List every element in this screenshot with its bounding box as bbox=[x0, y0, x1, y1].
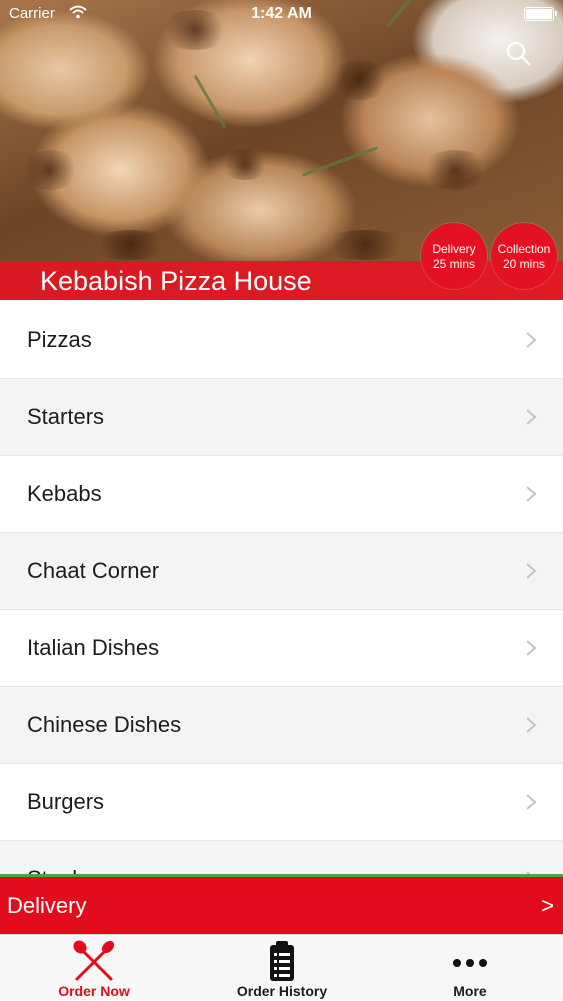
tab-label: Order Now bbox=[58, 983, 130, 999]
category-row-chaat-corner[interactable]: Chaat Corner bbox=[0, 533, 563, 610]
category-row-burgers[interactable]: Burgers bbox=[0, 764, 563, 841]
search-icon[interactable] bbox=[505, 40, 533, 68]
tab-more[interactable]: More bbox=[376, 935, 563, 1001]
category-label: Pizzas bbox=[27, 327, 92, 352]
category-label: Starters bbox=[27, 404, 105, 429]
chevron-right-icon bbox=[526, 640, 537, 656]
chevron-right-icon bbox=[526, 563, 537, 579]
delivery-badge-time: 25 mins bbox=[432, 257, 476, 271]
category-label: Burgers bbox=[27, 789, 105, 814]
category-label: Chaat Corner bbox=[27, 558, 160, 583]
collection-badge-time: 20 mins bbox=[502, 257, 546, 271]
category-label: Kebabs bbox=[27, 481, 102, 506]
clipboard-icon bbox=[270, 941, 294, 981]
chevron-right-icon bbox=[526, 717, 537, 733]
order-type-arrow: > bbox=[541, 893, 554, 918]
tab-bar: Order Now Order History More bbox=[0, 934, 563, 1000]
category-row-chinese-dishes[interactable]: Chinese Dishes bbox=[0, 687, 563, 764]
category-row-starters[interactable]: Starters bbox=[0, 379, 563, 456]
category-label: Italian Dishes bbox=[27, 635, 160, 660]
category-row-italian-dishes[interactable]: Italian Dishes bbox=[0, 610, 563, 687]
tab-label: Order History bbox=[236, 983, 328, 999]
category-row-steaks[interactable]: Steaks bbox=[0, 841, 563, 874]
delivery-time-badge: Delivery 25 mins bbox=[421, 223, 487, 289]
collection-time-badge: Collection 20 mins bbox=[491, 223, 557, 289]
more-dots-icon bbox=[453, 959, 487, 967]
order-type-label: Delivery bbox=[7, 893, 87, 918]
chevron-right-icon bbox=[526, 409, 537, 425]
category-label: Chinese Dishes bbox=[27, 712, 182, 737]
category-list[interactable]: Pizzas Starters Kebabs Chaat Corner Ital… bbox=[0, 302, 563, 874]
chevron-right-icon bbox=[526, 794, 537, 810]
clock: 1:42 AM bbox=[251, 5, 312, 22]
category-label: Steaks bbox=[27, 866, 94, 874]
category-row-kebabs[interactable]: Kebabs bbox=[0, 456, 563, 533]
order-type-bar[interactable]: Delivery > bbox=[0, 874, 563, 934]
chevron-right-icon bbox=[526, 332, 537, 348]
chevron-right-icon bbox=[526, 486, 537, 502]
battery-icon bbox=[524, 7, 557, 21]
restaurant-name: Kebabish Pizza House bbox=[40, 266, 312, 296]
status-bar: Carrier 1:42 AM bbox=[0, 0, 563, 30]
delivery-badge-title: Delivery bbox=[432, 242, 476, 256]
fork-knife-icon bbox=[73, 940, 115, 981]
tab-label: More bbox=[453, 983, 487, 999]
tab-order-now[interactable]: Order Now bbox=[0, 935, 188, 1001]
tab-order-history[interactable]: Order History bbox=[188, 935, 376, 1001]
category-row-pizzas[interactable]: Pizzas bbox=[0, 302, 563, 379]
collection-badge-title: Collection bbox=[497, 242, 551, 256]
